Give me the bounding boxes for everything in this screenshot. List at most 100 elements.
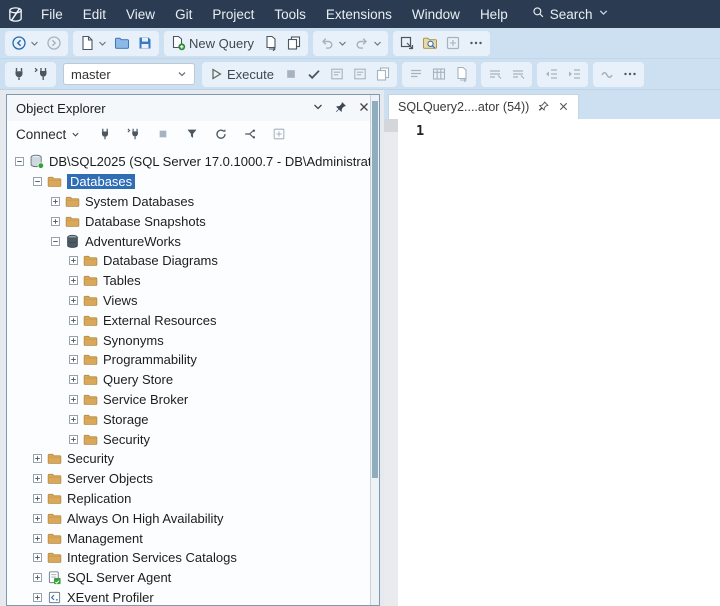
menu-file[interactable]: File [31,0,73,28]
object-explorer-header[interactable]: Object Explorer [7,95,379,121]
navigate-backward-icon[interactable] [8,32,42,54]
indent-increase-icon[interactable] [563,63,585,85]
collapse-icon[interactable] [33,177,42,186]
menu-tools[interactable]: Tools [264,0,316,28]
toolbar-overflow-icon[interactable] [465,32,487,54]
collapse-icon[interactable] [15,157,24,166]
new-query-button[interactable]: New Query [167,32,259,54]
tree-item-tables[interactable]: Tables [7,271,370,291]
database-dropdown[interactable]: master [63,63,195,85]
menu-window[interactable]: Window [402,0,470,28]
tree-item-service-broker[interactable]: Service Broker [7,390,370,410]
find-in-files-icon[interactable] [419,32,441,54]
search-box[interactable]: Search [524,6,619,22]
oe-filter-icon[interactable] [181,123,203,145]
menu-view[interactable]: View [116,0,165,28]
tree-item-always-on-high-availability[interactable]: Always On High Availability [7,508,370,528]
tree-item-database-snapshots[interactable]: Database Snapshots [7,211,370,231]
template-parameters-icon[interactable] [396,32,418,54]
tree-item-programmability[interactable]: Programmability [7,350,370,370]
tree-item-server-objects[interactable]: Server Objects [7,469,370,489]
query-toolbar-overflow-icon[interactable] [619,63,641,85]
expand-icon[interactable] [69,296,78,305]
indent-decrease-icon[interactable] [540,63,562,85]
collapse-icon[interactable] [51,237,60,246]
expand-icon[interactable] [69,355,78,364]
oe-disconnect-icon[interactable] [123,123,145,145]
menu-extensions[interactable]: Extensions [316,0,402,28]
expand-icon[interactable] [33,593,42,602]
results-to-text-icon[interactable] [405,63,427,85]
menu-edit[interactable]: Edit [73,0,116,28]
menu-git[interactable]: Git [165,0,202,28]
connect-icon[interactable] [8,63,30,85]
navigate-forward-icon[interactable] [43,32,65,54]
parse-icon[interactable] [303,63,325,85]
uncomment-icon[interactable] [507,63,529,85]
expand-icon[interactable] [69,375,78,384]
tree-item-replication[interactable]: Replication [7,489,370,509]
expand-icon[interactable] [69,276,78,285]
query-options-icon[interactable] [372,63,394,85]
new-file-icon[interactable] [76,32,110,54]
expand-icon[interactable] [33,494,42,503]
expand-icon[interactable] [33,514,42,523]
tab-close-icon[interactable] [558,100,569,115]
oe-auto-refresh-icon[interactable] [239,123,261,145]
redo-icon[interactable] [351,32,385,54]
estimated-plan-icon[interactable] [326,63,348,85]
expand-icon[interactable] [69,316,78,325]
open-file-icon[interactable] [111,32,133,54]
pin-icon[interactable] [335,101,347,116]
close-icon[interactable] [358,101,370,116]
menu-help[interactable]: Help [470,0,518,28]
tree-item-security[interactable]: Security [7,449,370,469]
oe-refresh-icon[interactable] [210,123,232,145]
tree-item-views[interactable]: Views [7,291,370,311]
tree-item-storage[interactable]: Storage [7,409,370,429]
tree-item-external-resources[interactable]: External Resources [7,310,370,330]
oe-stop-icon[interactable] [152,123,174,145]
new-database-query-icon[interactable] [260,32,282,54]
tab-pin-icon[interactable] [538,100,549,115]
change-connection-icon[interactable] [31,63,53,85]
scrollbar-thumb[interactable] [372,101,378,478]
expand-icon[interactable] [69,256,78,265]
results-to-grid-icon[interactable] [428,63,450,85]
code-editor[interactable]: 1 [384,119,720,606]
expand-icon[interactable] [33,553,42,562]
oe-scripting-options-icon[interactable] [268,123,290,145]
execute-button[interactable]: Execute [205,63,279,85]
window-position-chevron-icon[interactable] [312,101,324,116]
tree-item-sql-server-agent[interactable]: SQL Server Agent [7,568,370,588]
expand-icon[interactable] [51,217,60,226]
expand-icon[interactable] [33,534,42,543]
expand-icon[interactable] [69,395,78,404]
tree-item-xevent-profiler[interactable]: XEvent Profiler [7,588,370,605]
expand-icon[interactable] [69,415,78,424]
open-recent-query-icon[interactable] [283,32,305,54]
cancel-query-icon[interactable] [280,63,302,85]
query-tab[interactable]: SQLQuery2....ator (54)) [388,94,579,119]
connect-button[interactable]: Connect [16,127,80,142]
expand-icon[interactable] [33,474,42,483]
expand-icon[interactable] [69,435,78,444]
tree-item-database-diagrams[interactable]: Database Diagrams [7,251,370,271]
intellisense-icon[interactable] [349,63,371,85]
tree-item-integration-services-catalogs[interactable]: Integration Services Catalogs [7,548,370,568]
tree-item-adventureworks[interactable]: AdventureWorks [7,231,370,251]
tree-item-synonyms[interactable]: Synonyms [7,330,370,350]
tree-item-db-sql2025-sql-server-17-0-1000-7-db-adm[interactable]: DB\SQL2025 (SQL Server 17.0.1000.7 - DB\… [7,152,370,172]
oe-connect-icon[interactable] [94,123,116,145]
activity-monitor-icon[interactable] [442,32,464,54]
expand-icon[interactable] [51,197,60,206]
comment-icon[interactable] [484,63,506,85]
expand-icon[interactable] [33,454,42,463]
expand-icon[interactable] [33,573,42,582]
sqlcmd-mode-icon[interactable] [596,63,618,85]
object-explorer-scrollbar[interactable] [370,95,379,605]
undo-icon[interactable] [316,32,350,54]
tree-item-query-store[interactable]: Query Store [7,370,370,390]
tree-item-security[interactable]: Security [7,429,370,449]
results-to-file-icon[interactable] [451,63,473,85]
